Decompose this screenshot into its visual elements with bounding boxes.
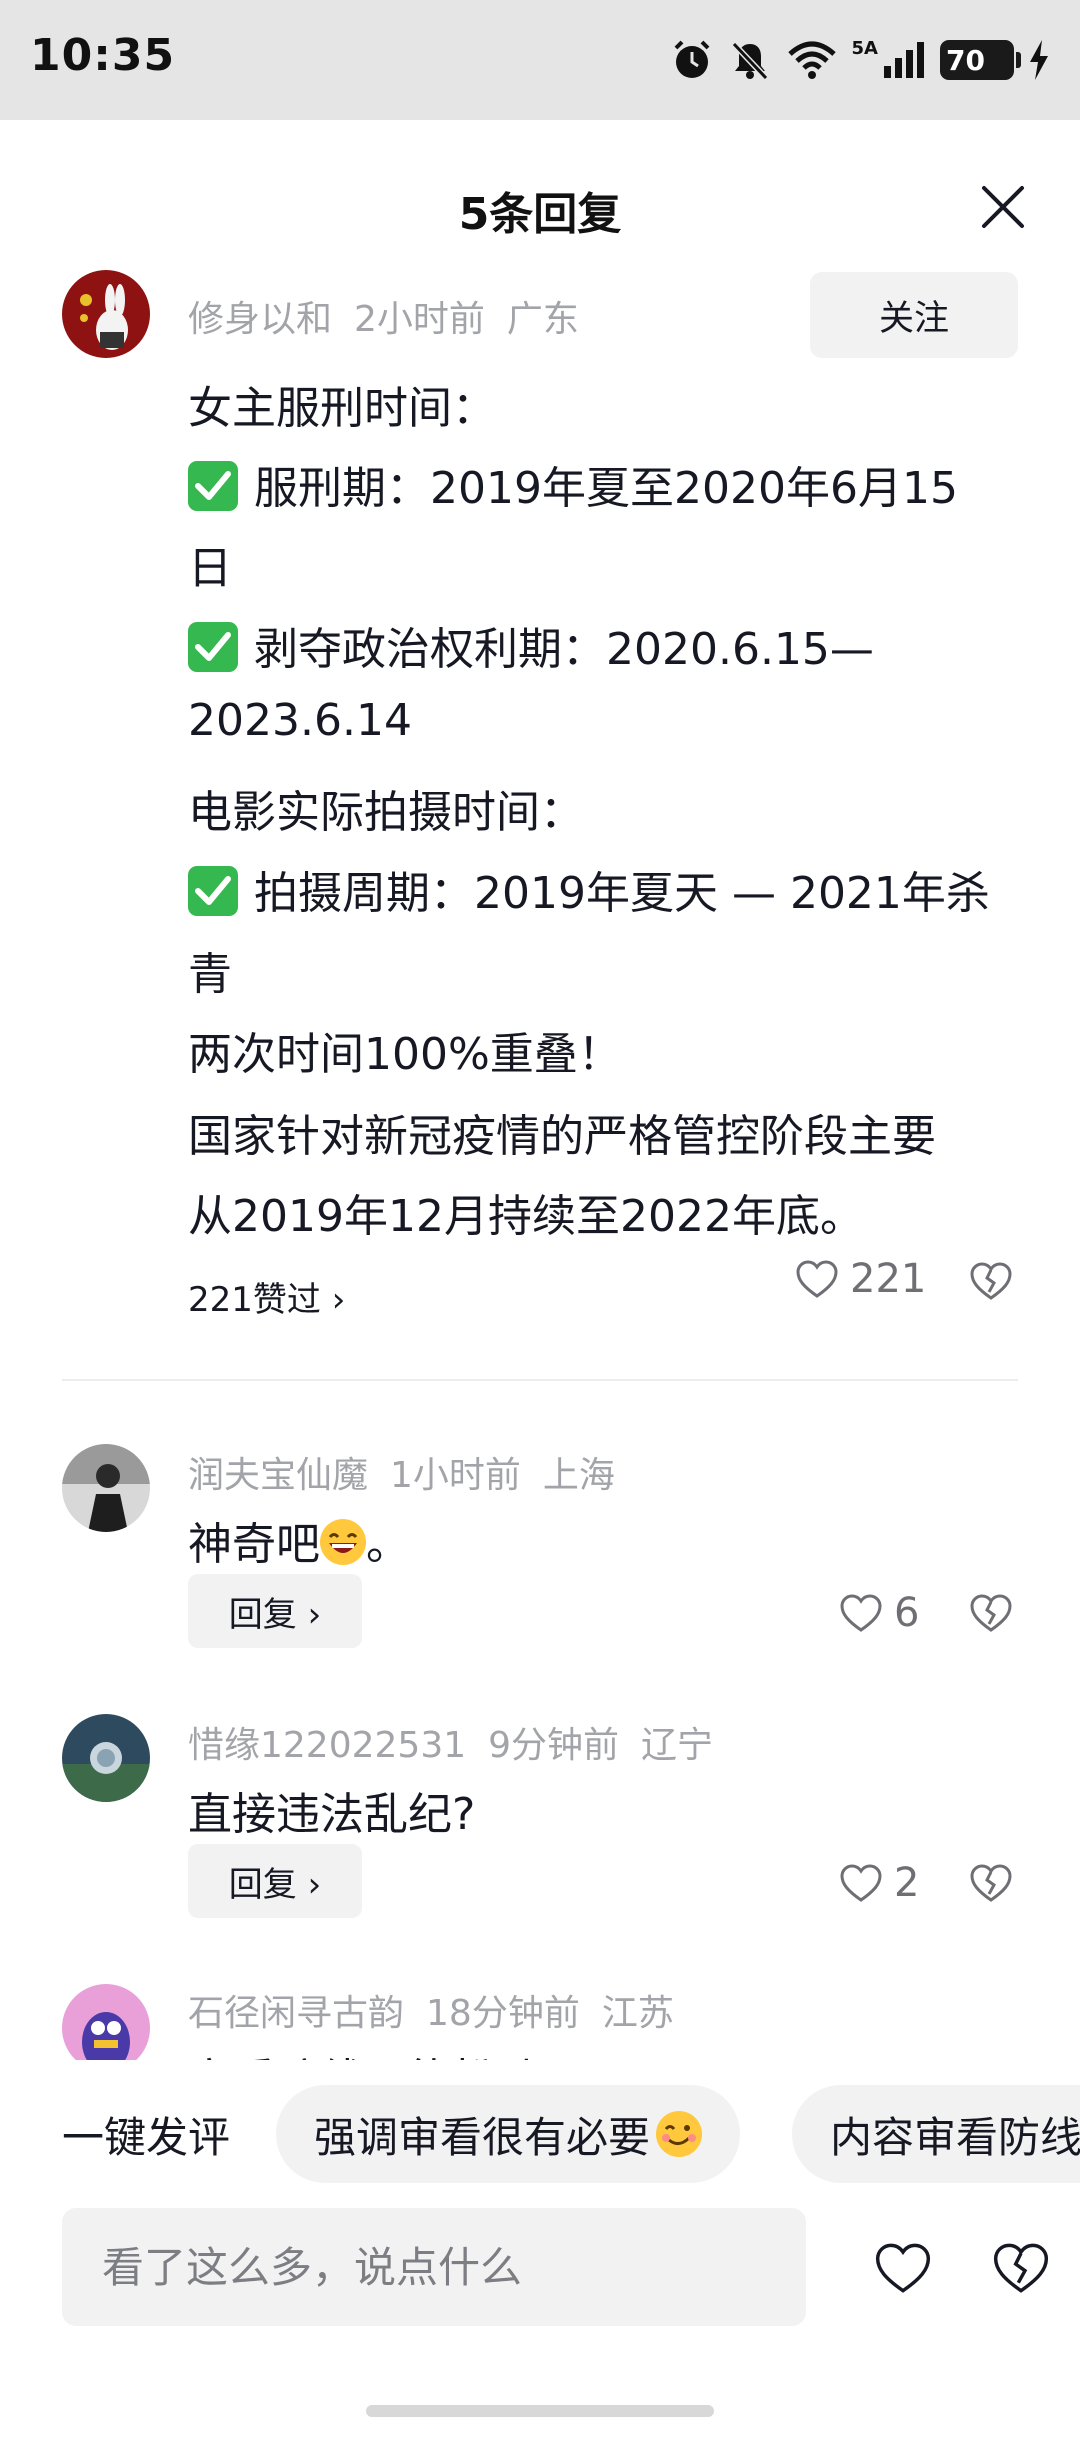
comment-line: 服刑期：2019年夏至2020年6月15: [188, 452, 958, 516]
comment-input-box[interactable]: [62, 2208, 806, 2326]
heart-icon[interactable]: [872, 2240, 934, 2296]
reply-text: 神奇吧。: [188, 1519, 410, 1570]
grinning-emoji-icon: [320, 1519, 366, 1565]
comment-line: 2023.6.14: [188, 695, 412, 746]
network-type-label: 5A: [851, 37, 878, 59]
comment-line: 国家针对新冠疫情的严格管控阶段主要: [188, 1111, 936, 1162]
timestamp: 2小时前: [354, 299, 485, 340]
like-button[interactable]: 221: [794, 1256, 926, 1302]
heart-icon: [840, 1864, 882, 1902]
username[interactable]: 惜缘122022531: [188, 1725, 466, 1766]
reply-meta: 惜缘122022531 9分钟前 辽宁: [188, 1716, 735, 1768]
reply-meta: 石径闲寻古韵 18分钟前 江苏: [188, 1984, 696, 2036]
comment-line: 电影实际拍摄时间：: [188, 787, 584, 838]
avatar[interactable]: [62, 1714, 150, 1802]
battery-level: 70: [946, 43, 985, 77]
avatar[interactable]: [62, 1984, 150, 2072]
comment-line: 从2019年12月持续至2022年底。: [188, 1191, 864, 1242]
broken-heart-icon[interactable]: [968, 1592, 1014, 1634]
check-mark-icon: [188, 866, 238, 916]
reply-button[interactable]: 回复 ›: [188, 1844, 362, 1918]
heart-icon: [840, 1594, 882, 1632]
location: 辽宁: [641, 1725, 714, 1766]
like-count: 2: [894, 1860, 920, 1906]
comment-line: 女主服刑时间：: [188, 383, 496, 434]
comment-line: 两次时间100%重叠！: [188, 1029, 622, 1080]
comment-input[interactable]: [102, 2242, 806, 2292]
check-mark-icon: [188, 622, 238, 672]
comment-meta: 修身以和 2小时前 广东: [188, 290, 601, 342]
check-mark-icon: [188, 461, 238, 511]
avatar[interactable]: [62, 1444, 150, 1532]
timestamp: 18分钟前: [426, 1993, 580, 2034]
close-icon[interactable]: [976, 180, 1030, 234]
reply-meta: 润夫宝仙魔 1小时前 上海: [188, 1446, 637, 1498]
reply-button[interactable]: 回复 ›: [188, 1574, 362, 1648]
home-indicator[interactable]: [366, 2405, 714, 2417]
mute-bell-icon: [731, 41, 768, 81]
status-time: 10:35: [30, 30, 176, 81]
avatar[interactable]: [62, 270, 150, 358]
broken-heart-icon[interactable]: [990, 2240, 1052, 2296]
quick-comment-chip[interactable]: 内容审看防线: [792, 2085, 1080, 2183]
charging-icon: [1030, 40, 1048, 80]
reply-text: 直接违法乱纪?: [188, 1789, 476, 1840]
username[interactable]: 石径闲寻古韵: [188, 1993, 404, 2034]
divider: [62, 1379, 1018, 1381]
broken-heart-icon[interactable]: [968, 1260, 1014, 1302]
signal-icon: [884, 42, 924, 78]
like-button[interactable]: 6: [838, 1590, 919, 1636]
location: 江苏: [601, 1993, 674, 2034]
like-count: 221: [850, 1256, 927, 1302]
status-icons: 5A 70: [670, 32, 1050, 88]
quick-comment-label: 一键发评: [62, 2113, 231, 2162]
liked-by-link[interactable]: 221赞过 ›: [188, 1272, 345, 1321]
comment-line: 剥夺政治权利期：2020.6.15—: [188, 613, 874, 677]
timestamp: 9分钟前: [488, 1725, 620, 1766]
winking-emoji-icon: [656, 2111, 703, 2157]
alarm-icon: [674, 40, 709, 78]
like-button[interactable]: 2: [838, 1860, 919, 1906]
username[interactable]: 修身以和: [188, 299, 332, 340]
follow-button[interactable]: 关注: [810, 272, 1018, 358]
location: 广东: [506, 299, 579, 340]
location: 上海: [542, 1455, 615, 1496]
username[interactable]: 润夫宝仙魔: [188, 1455, 368, 1496]
heart-icon: [796, 1260, 838, 1298]
wifi-icon: [787, 41, 836, 79]
status-bar: 10:35 5A 70: [0, 0, 1080, 120]
comment-line: 日: [188, 543, 232, 594]
quick-comment-chip[interactable]: 强调审看很有必要: [276, 2085, 741, 2183]
comment-line: 拍摄周期：2019年夏天 — 2021年杀: [188, 857, 990, 921]
broken-heart-icon[interactable]: [968, 1862, 1014, 1904]
like-count: 6: [894, 1590, 920, 1636]
comment-line: 青: [188, 949, 232, 1000]
battery-indicator: 70: [940, 40, 1021, 80]
page-title: 5条回复: [458, 189, 622, 240]
timestamp: 1小时前: [390, 1455, 521, 1496]
